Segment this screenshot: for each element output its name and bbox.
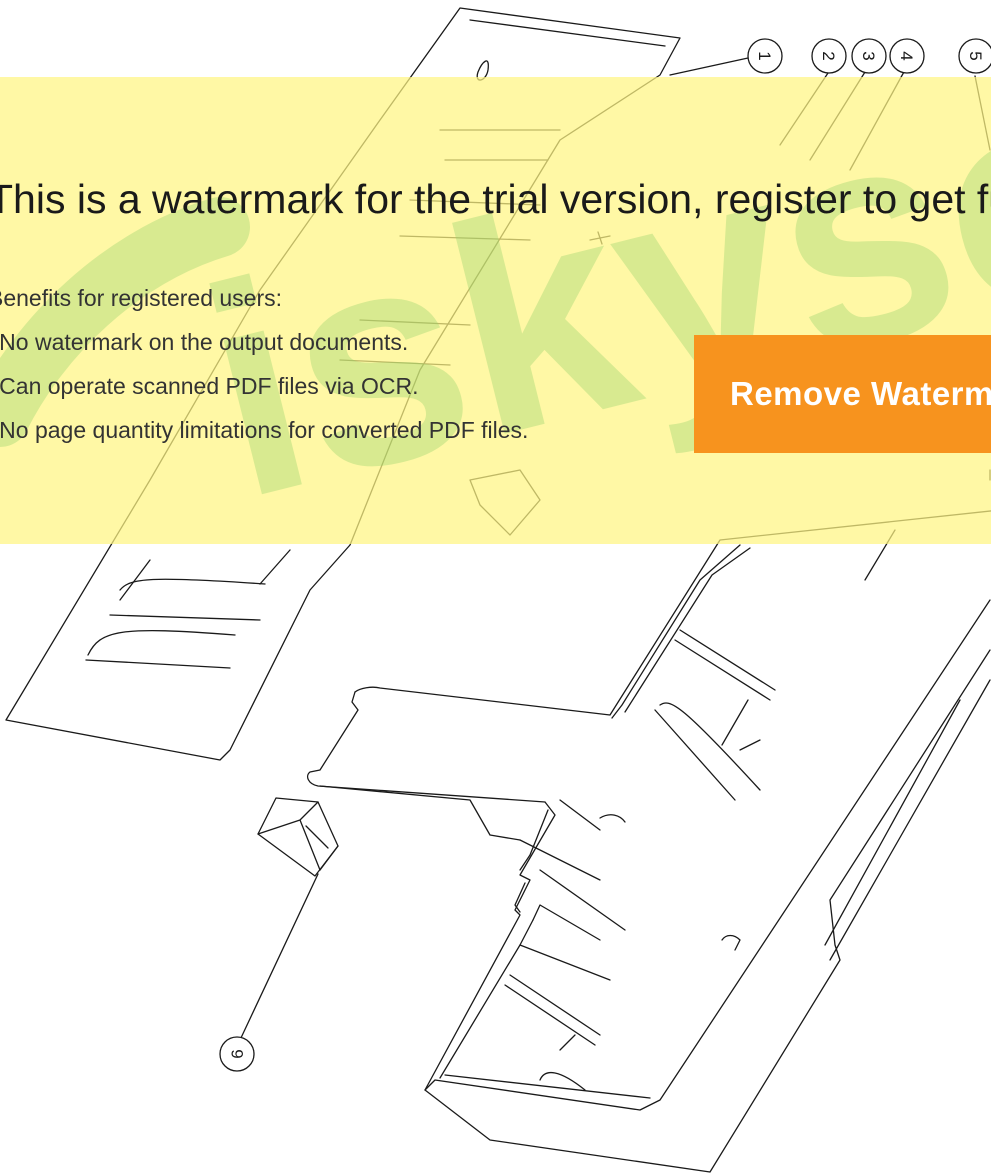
callout-3: 3 <box>851 38 887 74</box>
callout-1: 1 <box>747 38 783 74</box>
callout-5-label: 5 <box>966 51 985 60</box>
benefit-item: 3.No page quantity limitations for conve… <box>0 417 529 443</box>
callout-5: 5 <box>958 38 991 74</box>
small-clip-part <box>257 797 339 877</box>
callout-3-label: 3 <box>859 51 878 60</box>
watermark-title: This is a watermark for the trial versio… <box>0 176 991 222</box>
callout-6: 6 <box>219 1036 255 1072</box>
benefit-item: 2.Can operate scanned PDF files via OCR. <box>0 373 419 399</box>
trial-watermark-banner: iskysoft This is a watermark for the tri… <box>0 77 991 544</box>
callout-1-label: 1 <box>755 51 774 60</box>
benefit-item: 1.No watermark on the output documents. <box>0 329 409 355</box>
callout-2: 2 <box>811 38 847 74</box>
callout-4: 4 <box>889 38 925 74</box>
callout-2-label: 2 <box>819 51 838 60</box>
callout-4-label: 4 <box>897 51 916 60</box>
remove-watermark-button[interactable]: Remove Watermark Now <box>694 335 991 453</box>
benefits-heading: Benefits for registered users: <box>0 285 283 311</box>
watermark-logo-text: iskysoft <box>176 77 991 544</box>
main-tray-body <box>307 469 991 1173</box>
callout-6-label: 6 <box>228 1049 247 1058</box>
